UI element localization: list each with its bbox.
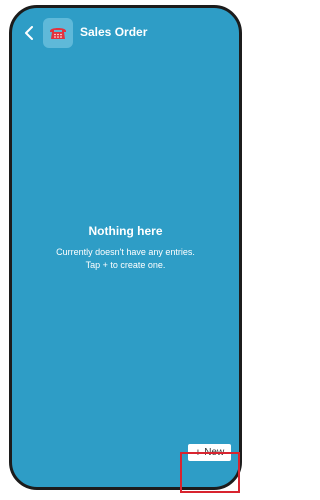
back-button[interactable] — [20, 22, 38, 44]
plus-icon: + — [194, 446, 202, 459]
page-title: Sales Order — [80, 25, 148, 39]
phone-icon — [50, 28, 66, 39]
app-header: Sales Order — [12, 8, 239, 60]
empty-state-message-line-1: Currently doesn't have any entries. — [56, 247, 195, 257]
empty-state: Nothing here Currently doesn't have any … — [12, 224, 239, 272]
app-icon — [43, 18, 73, 48]
phone-frame: Sales Order Nothing here Currently doesn… — [9, 5, 242, 490]
empty-state-message-line-2: Tap + to create one. — [85, 260, 166, 270]
chevron-left-icon — [25, 26, 33, 40]
empty-state-title: Nothing here — [88, 224, 163, 238]
new-button-label: New — [204, 447, 225, 458]
new-button[interactable]: + New — [188, 444, 231, 461]
